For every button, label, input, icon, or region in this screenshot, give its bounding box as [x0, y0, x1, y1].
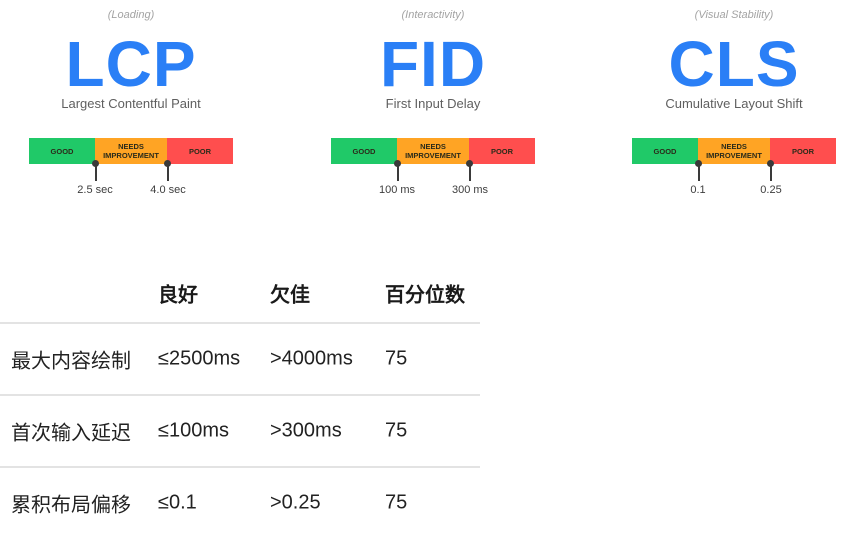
marker-stem — [167, 164, 169, 181]
table-cell-percentile: 75 — [385, 419, 408, 442]
segment-poor: POOR — [469, 138, 535, 164]
segment-needs-improvement: NEEDS IMPROVEMENT — [95, 138, 167, 164]
segment-label-line: IMPROVEMENT — [706, 151, 762, 160]
metric-fid: (Interactivity) FID First Input Delay — [303, 0, 563, 210]
metric-full-name: First Input Delay — [385, 96, 481, 111]
table-row: 最大内容绘制 ≤2500ms >4000ms 75 — [0, 322, 480, 394]
metrics-threshold-table: 良好 欠佳 百分位数 最大内容绘制 ≤2500ms >4000ms 75 首次输… — [0, 264, 480, 538]
threshold-label: 0.25 — [760, 184, 782, 196]
metric-cls: (Visual Stability) CLS Cumulative Layout… — [604, 0, 851, 210]
segment-label-line: NEEDS — [118, 142, 144, 151]
table-cell-good: ≤2500ms — [158, 347, 241, 370]
threshold-bar-fid: GOOD NEEDS IMPROVEMENT POOR — [331, 138, 535, 164]
segment-needs-improvement: NEEDS IMPROVEMENT — [698, 138, 770, 164]
segment-needs-improvement: NEEDS IMPROVEMENT — [397, 138, 469, 164]
table-header-cell: 欠佳 — [270, 284, 310, 307]
table-cell-poor: >300ms — [270, 419, 342, 442]
threshold-marker — [767, 160, 774, 182]
metric-full-name: Largest Contentful Paint — [61, 96, 201, 111]
segment-label-line: IMPROVEMENT — [405, 151, 461, 160]
table-header-cell: 良好 — [158, 284, 198, 307]
table-cell-good: ≤0.1 — [158, 491, 197, 514]
table-cell-metric: 最大内容绘制 — [11, 350, 131, 373]
table-row: 累积布局偏移 ≤0.1 >0.25 75 — [0, 466, 480, 538]
segment-label-line: NEEDS — [420, 142, 446, 151]
marker-stem — [397, 164, 399, 181]
table-cell-metric: 累积布局偏移 — [11, 494, 131, 517]
threshold-marker — [164, 160, 171, 182]
segment-label: NEEDS IMPROVEMENT — [405, 142, 461, 160]
segment-label-line: IMPROVEMENT — [103, 151, 159, 160]
threshold-marker — [695, 160, 702, 182]
threshold-bar-cls: GOOD NEEDS IMPROVEMENT POOR — [632, 138, 836, 164]
table-cell-percentile: 75 — [385, 491, 408, 514]
threshold-marker — [394, 160, 401, 182]
marker-stem — [95, 164, 97, 181]
segment-poor: POOR — [167, 138, 233, 164]
segment-good: GOOD — [29, 138, 95, 164]
metric-category: (Interactivity) — [401, 9, 465, 21]
marker-stem — [698, 164, 700, 181]
segment-label: NEEDS IMPROVEMENT — [706, 142, 762, 160]
metric-abbreviation: CLS — [668, 28, 800, 100]
threshold-marker — [92, 160, 99, 182]
metric-abbreviation: FID — [379, 28, 487, 100]
table-cell-percentile: 75 — [385, 347, 408, 370]
metric-full-name: Cumulative Layout Shift — [665, 96, 803, 111]
threshold-label: 300 ms — [451, 184, 489, 196]
threshold-bar-lcp: GOOD NEEDS IMPROVEMENT POOR — [29, 138, 233, 164]
metric-category: (Visual Stability) — [694, 9, 774, 21]
segment-good: GOOD — [331, 138, 397, 164]
threshold-marker — [466, 160, 473, 182]
table-cell-metric: 首次输入延迟 — [11, 422, 131, 445]
segment-label-line: NEEDS — [721, 142, 747, 151]
segment-poor: POOR — [770, 138, 836, 164]
threshold-label: 100 ms — [378, 184, 416, 196]
table-row: 首次输入延迟 ≤100ms >300ms 75 — [0, 394, 480, 466]
metric-lcp: (Loading) LCP Largest Contentful Paint — [1, 0, 261, 210]
marker-stem — [469, 164, 471, 181]
table-header-row: 良好 欠佳 百分位数 — [0, 264, 480, 322]
table-cell-poor: >0.25 — [270, 491, 321, 514]
metric-category: (Loading) — [107, 9, 155, 21]
table-cell-good: ≤100ms — [158, 419, 230, 442]
threshold-label: 4.0 sec — [150, 184, 186, 196]
marker-stem — [770, 164, 772, 181]
metric-abbreviation: LCP — [65, 28, 197, 100]
threshold-label: 2.5 sec — [77, 184, 113, 196]
threshold-label: 0.1 — [690, 184, 706, 196]
table-header-cell: 百分位数 — [385, 284, 465, 307]
segment-label: NEEDS IMPROVEMENT — [103, 142, 159, 160]
table-cell-poor: >4000ms — [270, 347, 353, 370]
segment-good: GOOD — [632, 138, 698, 164]
